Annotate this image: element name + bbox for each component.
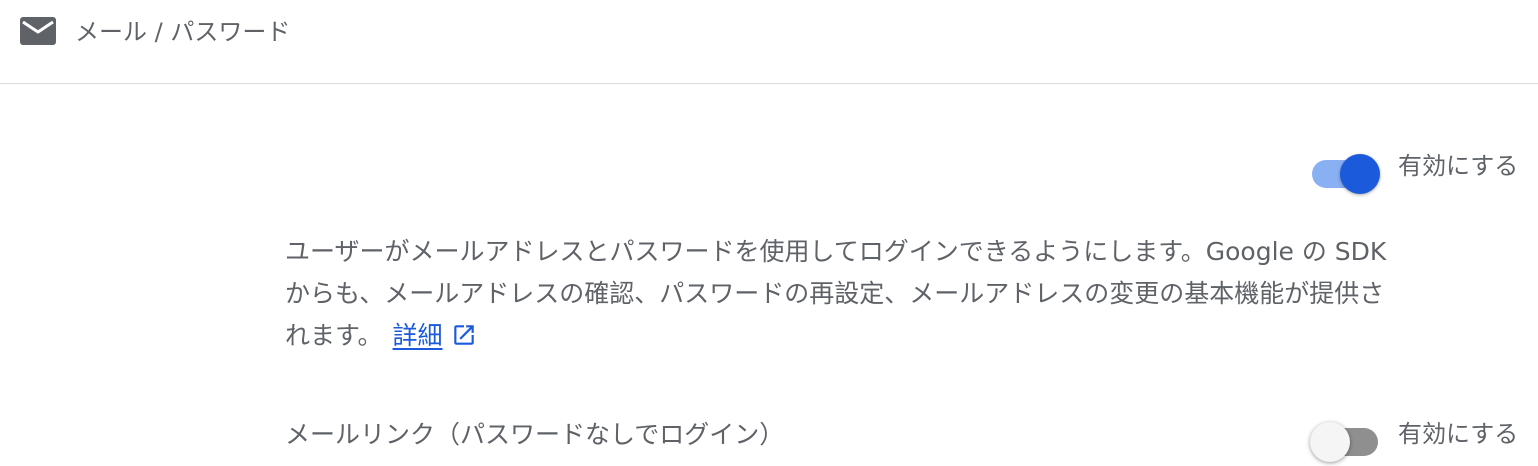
enable-email-link-toggle[interactable] xyxy=(1310,414,1382,462)
provider-title: メール / パスワード xyxy=(75,18,291,46)
toggle-thumb xyxy=(1340,154,1380,194)
description-line-text: れます。 xyxy=(285,321,383,350)
learn-more-label: 詳細 xyxy=(392,321,443,350)
email-password-description: ユーザーがメールアドレスとパスワードを使用してログインできるようにします。Goo… xyxy=(285,231,1515,357)
learn-more-link[interactable]: 詳細 xyxy=(393,321,443,350)
description-line: からも、メールアドレスの確認、パスワードの再設定、メールアドレスの変更の基本機能… xyxy=(285,279,1385,308)
enable-email-password-label[interactable]: 有効にする xyxy=(1398,149,1518,183)
description-line: ユーザーがメールアドレスとパスワードを使用してログインできるようにします。Goo… xyxy=(285,237,1387,266)
email-link-label: メールリンク（パスワードなしでログイン） xyxy=(285,420,785,449)
mail-icon xyxy=(20,17,56,45)
description-line-last: れます。 詳細 xyxy=(285,315,1515,357)
enable-email-password-toggle[interactable] xyxy=(1310,146,1382,194)
toggle-thumb xyxy=(1310,422,1350,462)
enable-email-link-label[interactable]: 有効にする xyxy=(1398,417,1518,451)
provider-header: メール / パスワード xyxy=(0,0,1538,84)
open-in-new-icon[interactable] xyxy=(451,322,477,348)
